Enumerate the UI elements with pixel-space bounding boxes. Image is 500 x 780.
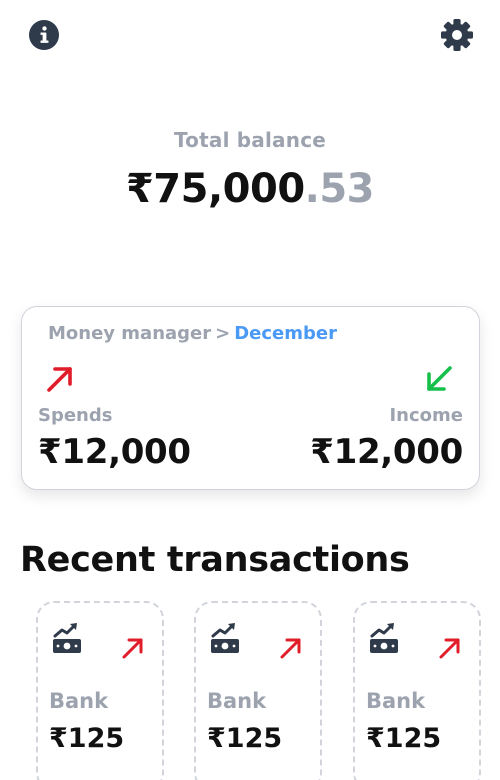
income-label: Income: [389, 405, 463, 426]
transaction-source: Bank: [49, 689, 109, 713]
gear-icon: [441, 19, 473, 51]
transaction-amount: ₹125: [49, 723, 125, 754]
transaction-amount: ₹125: [207, 723, 283, 754]
balance-amount-decimals: .53: [304, 166, 375, 212]
transaction-card[interactable]: Bank ₹125: [36, 601, 164, 780]
transaction-source: Bank: [366, 689, 426, 713]
arrow-down-left-icon: [427, 366, 452, 391]
arrow-up-right-icon: [439, 638, 460, 659]
money-manager-card[interactable]: Money manager > December Spends ₹12,000 In…: [21, 306, 480, 490]
transaction-card[interactable]: Bank ₹125: [353, 601, 481, 780]
info-circle-icon: [29, 20, 59, 50]
balance-section: Total balance ₹75,000.53: [0, 128, 500, 212]
spends-label: Spends: [38, 405, 113, 426]
income-amount: ₹12,000: [310, 432, 463, 472]
balance-amount: ₹75,000.53: [0, 166, 500, 212]
spends-summary: Spends ₹12,000: [38, 405, 191, 472]
settings-button[interactable]: [440, 18, 474, 52]
transaction-card[interactable]: Bank ₹125: [194, 601, 322, 780]
balance-amount-main: ₹75,000: [125, 166, 305, 212]
recent-transactions-title: Recent transactions: [20, 540, 410, 580]
money-trend-icon: [370, 623, 398, 653]
arrow-up-right-icon: [47, 367, 72, 392]
transaction-amount: ₹125: [366, 723, 442, 754]
transaction-source: Bank: [207, 689, 267, 713]
money-trend-icon: [53, 623, 81, 653]
arrow-up-right-icon: [122, 638, 143, 659]
money-manager-breadcrumb[interactable]: Money manager > December: [48, 323, 337, 344]
arrow-up-right-icon: [280, 638, 301, 659]
spends-amount: ₹12,000: [38, 432, 191, 472]
income-summary: Income ₹12,000: [310, 405, 463, 472]
breadcrumb-separator: >: [215, 323, 231, 344]
money-manager-month[interactable]: December: [234, 323, 337, 344]
balance-label: Total balance: [173, 128, 327, 152]
app-screen: Total balance ₹75,000.53 Money manager > D…: [0, 0, 500, 780]
info-button[interactable]: [28, 18, 60, 52]
money-trend-icon: [211, 623, 239, 653]
money-manager-title: Money manager: [48, 323, 212, 344]
